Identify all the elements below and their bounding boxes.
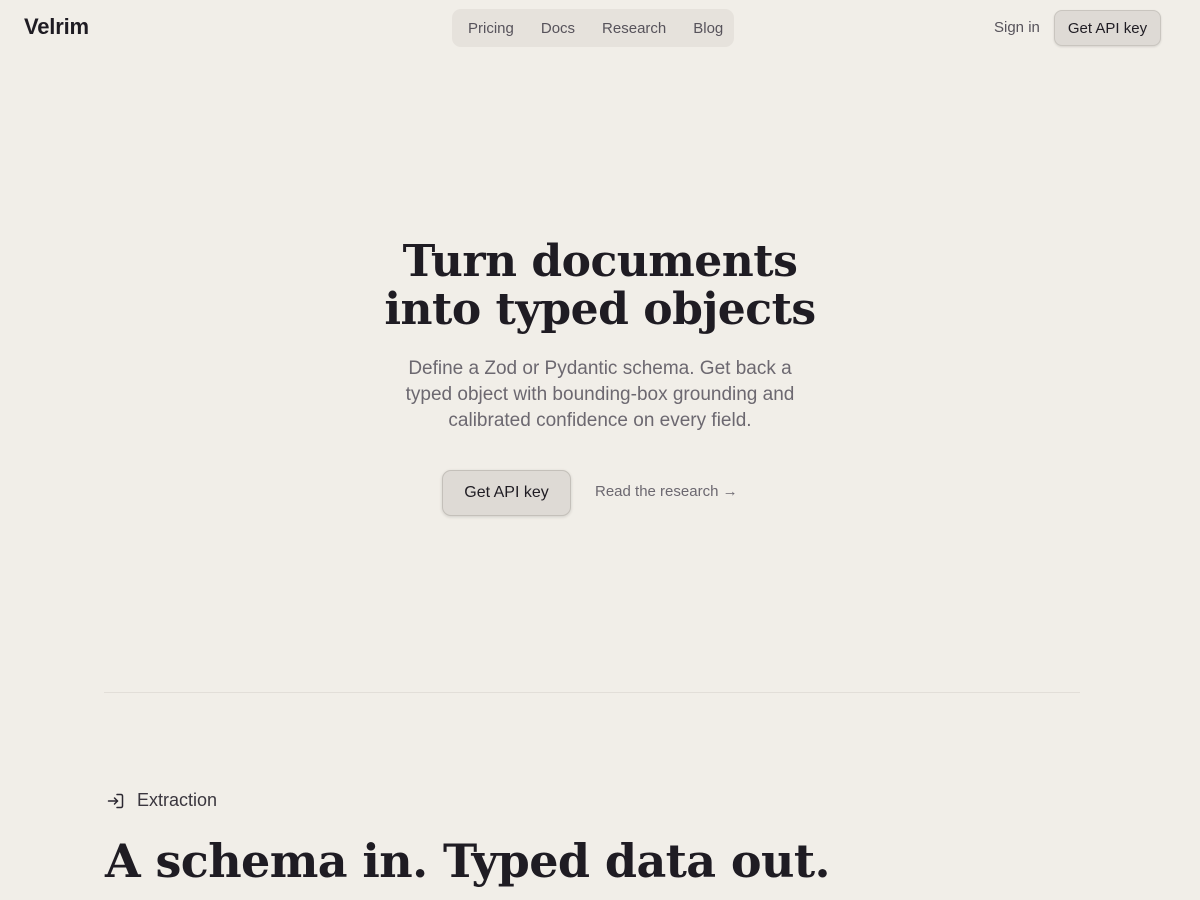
section-divider [104, 692, 1080, 693]
sign-in-arrow-icon [106, 791, 126, 811]
nav-link-docs[interactable]: Docs [541, 20, 575, 37]
main-nav: Pricing Docs Research Blog [452, 9, 734, 47]
nav-link-blog[interactable]: Blog [693, 20, 723, 37]
logo[interactable]: Velrim [24, 14, 89, 40]
read-research-link[interactable]: Read the research → [595, 483, 738, 500]
section-tag-label: Extraction [137, 790, 218, 810]
section-title: A schema in. Typed data out. [105, 834, 831, 888]
hero-title: Turn documents into typed objects [0, 238, 1200, 334]
hero-title-line-2: into typed objects [384, 284, 816, 335]
nav-link-pricing[interactable]: Pricing [468, 20, 514, 37]
hero-title-line-1: Turn documents [402, 236, 798, 287]
header-get-api-key-button[interactable]: Get API key [1054, 10, 1161, 46]
section-tag: Extraction [106, 790, 217, 811]
sign-in-link[interactable]: Sign in [994, 19, 1040, 36]
nav-link-research[interactable]: Research [602, 20, 666, 37]
hero-subtitle: Define a Zod or Pydantic schema. Get bac… [405, 358, 795, 431]
site-header: Velrim Pricing Docs Research Blog Sign i… [0, 0, 1200, 56]
hero-get-api-key-button[interactable]: Get API key [442, 470, 571, 516]
